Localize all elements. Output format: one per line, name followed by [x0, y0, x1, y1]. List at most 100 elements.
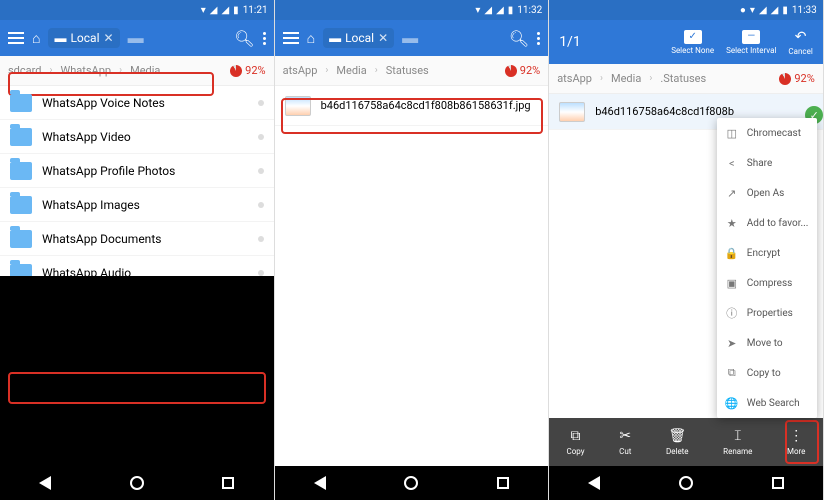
list-item[interactable]: WhatsApp Images — [0, 188, 274, 222]
android-navbar — [0, 466, 274, 500]
list-item[interactable]: WhatsApp Profile Photos — [0, 154, 274, 188]
item-dot — [258, 202, 264, 208]
crumb[interactable]: sdcard — [8, 64, 41, 77]
copy-button[interactable]: ⧉Copy — [567, 428, 585, 456]
chevron-right-icon: › — [325, 65, 328, 76]
rename-button[interactable]: 𝙸Rename — [723, 428, 752, 456]
breadcrumb: atsApp › Media › .Statuses 92% — [549, 64, 823, 94]
cut-button[interactable]: ✂Cut — [619, 428, 631, 456]
ctx-favorite[interactable]: ★Add to favor... — [717, 208, 817, 238]
storage-pct: 92% — [230, 64, 265, 77]
back-icon[interactable] — [588, 476, 600, 490]
clock: 11:33 — [792, 5, 817, 16]
recents-icon[interactable] — [222, 477, 234, 489]
menu-icon[interactable] — [8, 32, 24, 44]
folder-icon — [10, 264, 32, 277]
list-item[interactable]: WhatsApp Voice Notes — [0, 86, 274, 120]
item-dot — [258, 270, 264, 276]
storage-pct: 92% — [779, 72, 814, 85]
location-icon: ● — [740, 5, 746, 16]
app-toolbar: ⌂ ▬ Local ✕ ▬ 🔍︎ — [0, 20, 274, 56]
chevron-right-icon: › — [649, 73, 652, 84]
ctx-moveto[interactable]: ➤Move to — [717, 328, 817, 358]
item-dot — [258, 168, 264, 174]
more-button[interactable]: ⋮More — [787, 428, 805, 456]
pie-icon — [230, 65, 242, 77]
delete-button[interactable]: 🗑Delete — [666, 428, 689, 456]
folder-icon — [10, 196, 32, 214]
overflow-icon[interactable] — [537, 32, 540, 45]
search-icon[interactable]: 🔍︎ — [234, 29, 254, 48]
crumb[interactable]: .Statuses — [660, 72, 706, 85]
wifi-icon: ▾ — [475, 5, 480, 16]
select-none-button[interactable]: ✓Select None — [671, 30, 714, 55]
ctx-copyto[interactable]: ⧉Copy to — [717, 358, 817, 388]
rename-icon: 𝙸 — [733, 428, 743, 444]
chevron-right-icon: › — [49, 65, 52, 76]
cancel-button[interactable]: ↶Cancel — [788, 29, 812, 56]
ctx-encrypt[interactable]: 🔒Encrypt — [717, 238, 817, 268]
trash-icon: 🗑 — [668, 428, 686, 444]
list-item[interactable]: WhatsApp Video — [0, 120, 274, 154]
recents-icon[interactable] — [497, 477, 509, 489]
folder-icon — [10, 128, 32, 146]
app-toolbar: ⌂ ▬ Local ✕ ▬ 🔍︎ — [275, 20, 549, 56]
list-item[interactable]: WhatsApp Documents — [0, 222, 274, 256]
battery-icon: ▮ — [782, 5, 788, 16]
context-menu: ◫Chromecast <Share ↗Open As ★Add to favo… — [717, 118, 817, 418]
clock: 11:21 — [243, 5, 268, 16]
signal-icon: ◢ — [496, 5, 504, 16]
ctx-share[interactable]: <Share — [717, 148, 817, 178]
breadcrumb: sdcard › WhatsApp › Media 92% — [0, 56, 274, 86]
crumb[interactable]: atsApp — [283, 64, 318, 77]
cast-icon: ◫ — [725, 127, 739, 140]
bottom-action-bar: ⧉Copy ✂Cut 🗑Delete 𝙸Rename ⋮More — [549, 418, 823, 466]
select-interval-button[interactable]: —Select Interval — [726, 30, 776, 55]
crumb[interactable]: Media — [130, 64, 160, 77]
android-navbar — [275, 466, 549, 500]
location-chip[interactable]: ▬ Local ✕ — [323, 28, 394, 48]
ctx-openas[interactable]: ↗Open As — [717, 178, 817, 208]
crumb[interactable]: WhatsApp — [60, 64, 111, 77]
recents-icon[interactable] — [772, 477, 784, 489]
ctx-properties[interactable]: ⓘProperties — [717, 298, 817, 328]
wifi-icon: ▾ — [750, 5, 755, 16]
ctx-websearch[interactable]: 🌐Web Search — [717, 388, 817, 418]
location-chip[interactable]: ▬ Local ✕ — [48, 28, 119, 48]
home-icon[interactable] — [679, 476, 693, 490]
list-item[interactable]: WhatsApp Audio — [0, 256, 274, 276]
crumb[interactable]: Media — [336, 64, 366, 77]
more-icon: ⋮ — [789, 428, 803, 444]
pie-icon — [505, 65, 517, 77]
crumb[interactable]: atsApp — [557, 72, 592, 85]
search-icon[interactable]: 🔍︎ — [509, 29, 529, 48]
file-list: b46d116758a64c8cd1f808b86158631f.jpg — [275, 86, 549, 466]
close-icon[interactable]: ✕ — [378, 31, 388, 45]
menu-icon[interactable] — [283, 32, 299, 44]
lock-icon: 🔒 — [725, 247, 739, 260]
star-icon: ★ — [725, 217, 739, 230]
ctx-chromecast[interactable]: ◫Chromecast — [717, 118, 817, 148]
battery-icon: ▮ — [508, 5, 514, 16]
close-icon[interactable]: ✕ — [104, 31, 114, 45]
overflow-icon[interactable] — [263, 32, 266, 45]
home-icon[interactable]: ⌂ — [32, 30, 40, 47]
back-icon[interactable] — [314, 476, 326, 490]
battery-icon: ▮ — [233, 5, 239, 16]
crumb[interactable]: Media — [611, 72, 641, 85]
arrow-icon: ➤ — [725, 337, 739, 350]
selection-counter: 1/1 — [559, 34, 581, 50]
item-dot — [258, 134, 264, 140]
home-icon[interactable]: ⌂ — [307, 30, 315, 47]
back-icon[interactable] — [39, 476, 51, 490]
home-icon[interactable] — [130, 476, 144, 490]
ctx-compress[interactable]: ▣Compress — [717, 268, 817, 298]
android-status-bar: ▾ ◢ ◢ ▮ 11:32 — [275, 0, 549, 20]
signal-icon: ◢ — [759, 5, 767, 16]
tab-indicator: ▬ — [128, 28, 144, 48]
chevron-right-icon: › — [119, 65, 122, 76]
chevron-right-icon: › — [375, 65, 378, 76]
home-icon[interactable] — [404, 476, 418, 490]
list-item[interactable]: b46d116758a64c8cd1f808b86158631f.jpg — [275, 86, 549, 126]
crumb[interactable]: Statuses — [386, 64, 429, 77]
